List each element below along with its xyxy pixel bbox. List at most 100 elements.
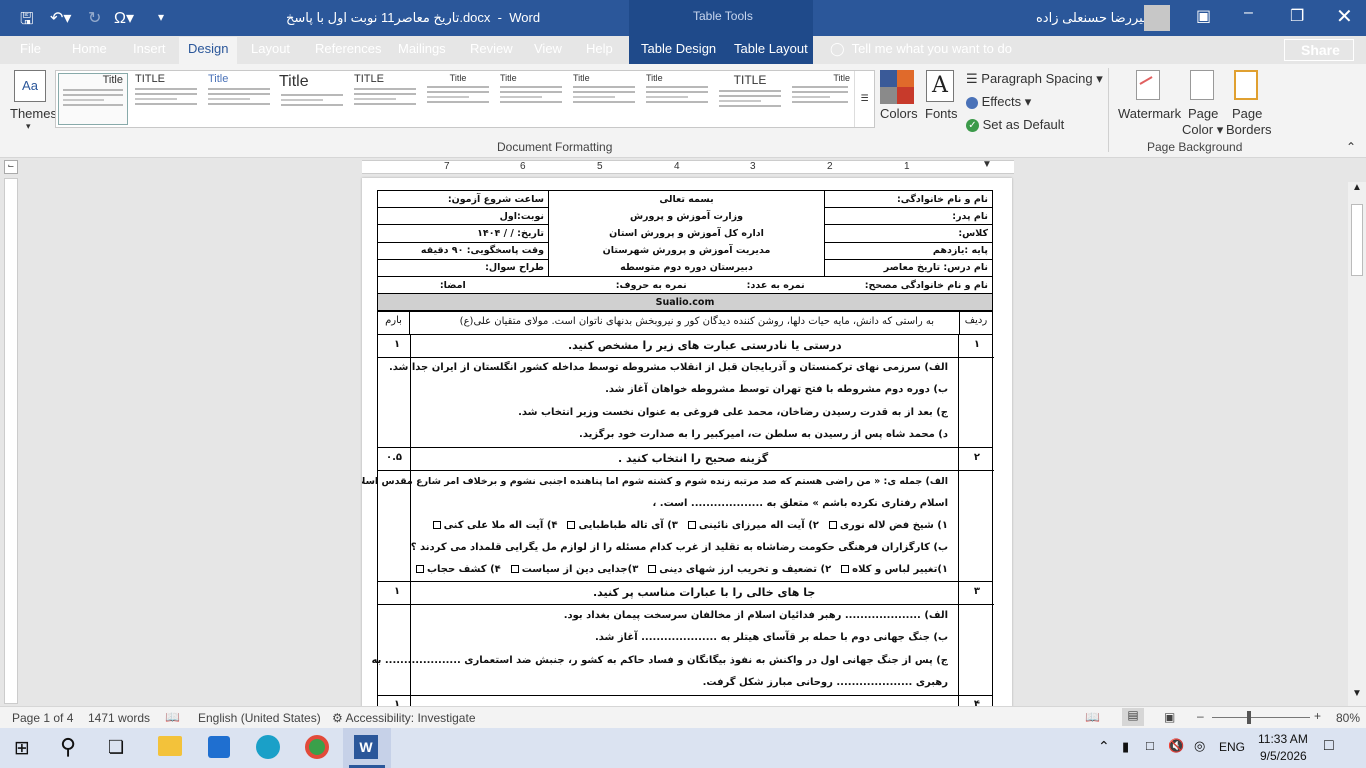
checkbox-icon[interactable] xyxy=(687,521,696,529)
tab-help[interactable]: Help xyxy=(586,41,613,56)
style-set-5[interactable]: TITLE xyxy=(350,73,420,125)
style-set-6[interactable]: Title xyxy=(423,73,493,125)
style-set-10[interactable]: TITLE xyxy=(715,73,785,125)
print-layout-icon[interactable]: ▤ xyxy=(1122,708,1144,726)
style-set-1[interactable]: Title xyxy=(58,73,128,125)
checkbox-icon[interactable] xyxy=(432,521,441,529)
zoom-out-icon[interactable]: – xyxy=(1197,709,1204,723)
watermark-button[interactable]: Watermark xyxy=(1118,106,1181,121)
battery-icon[interactable]: ▮ xyxy=(1122,739,1129,755)
tab-view[interactable]: View xyxy=(534,41,562,56)
tab-insert[interactable]: Insert xyxy=(133,41,166,56)
style-set-7[interactable]: Title xyxy=(496,73,566,125)
themes-button[interactable]: Themes xyxy=(10,106,57,121)
clock-time[interactable]: 11:33 AM xyxy=(1258,732,1308,746)
avatar[interactable] xyxy=(1144,5,1170,31)
file-explorer-icon[interactable] xyxy=(158,736,182,756)
style-set-3[interactable]: Title xyxy=(204,73,274,125)
tab-review[interactable]: Review xyxy=(470,41,513,56)
input-language[interactable]: ENG xyxy=(1219,740,1245,754)
device-icon[interactable]: □ xyxy=(1146,738,1154,753)
fonts-icon[interactable]: A xyxy=(926,70,954,102)
tab-file[interactable]: File xyxy=(20,41,41,56)
word-count[interactable]: 1471 words xyxy=(88,711,150,725)
page-color-icon[interactable] xyxy=(1190,70,1214,100)
zoom-in-icon[interactable]: + xyxy=(1314,709,1321,723)
network-icon[interactable]: ◎ xyxy=(1194,738,1205,754)
language-status[interactable]: English (United States) xyxy=(198,711,321,725)
tell-me-box[interactable]: ◯ Tell me what you want to do xyxy=(830,41,1012,57)
page-color-button[interactable]: Page xyxy=(1188,106,1218,121)
scroll-up-icon[interactable]: ▲ xyxy=(1352,182,1362,193)
proofing-icon[interactable]: 📖 xyxy=(165,710,180,724)
horizontal-ruler[interactable]: 7 6 5 4 3 2 1 ▼ xyxy=(362,159,1014,174)
tray-chevron-icon[interactable]: ⌃ xyxy=(1098,738,1110,755)
themes-dropdown-icon[interactable]: ▾ xyxy=(26,121,31,132)
tab-home[interactable]: Home xyxy=(72,41,107,56)
clock-date[interactable]: 9/5/2026 xyxy=(1260,749,1307,763)
checkbox-icon[interactable] xyxy=(567,521,576,529)
zoom-slider-thumb[interactable] xyxy=(1247,711,1251,724)
watermark-icon[interactable] xyxy=(1136,70,1160,100)
gallery-more-icon[interactable]: ☰ xyxy=(854,71,874,127)
scroll-thumb[interactable] xyxy=(1351,204,1363,276)
effects-button[interactable]: Effects ▾ xyxy=(966,94,1031,110)
omega-icon[interactable]: Ω▾ xyxy=(114,8,134,28)
tab-table-design[interactable]: Table Design xyxy=(641,41,716,56)
themes-icon[interactable]: Aa xyxy=(14,70,46,102)
edge-icon[interactable] xyxy=(256,735,280,759)
zoom-slider[interactable] xyxy=(1212,717,1310,718)
read-mode-icon[interactable]: 📖 xyxy=(1085,710,1100,724)
ribbon-display-icon[interactable]: ▣ xyxy=(1196,6,1211,26)
notification-icon[interactable]: □ xyxy=(1324,737,1334,755)
tab-design[interactable]: Design xyxy=(179,37,238,64)
paragraph-spacing-button[interactable]: ☰ Paragraph Spacing ▾ xyxy=(966,71,1103,87)
fonts-button[interactable]: Fonts xyxy=(925,106,958,121)
share-button[interactable]: Share xyxy=(1284,39,1354,61)
search-icon[interactable]: ⚲ xyxy=(60,734,76,760)
scroll-down-icon[interactable]: ▼ xyxy=(1352,688,1362,699)
page-borders-button[interactable]: Page xyxy=(1232,106,1262,121)
minimize-icon[interactable]: – xyxy=(1244,4,1253,22)
tab-layout[interactable]: Layout xyxy=(251,41,290,56)
style-set-11[interactable]: Title xyxy=(788,73,852,125)
tab-references[interactable]: References xyxy=(315,41,381,56)
page-borders-icon[interactable] xyxy=(1234,70,1258,100)
checkbox-icon[interactable] xyxy=(841,565,850,573)
volume-muted-icon[interactable]: 🔇 xyxy=(1168,738,1184,754)
checkbox-icon[interactable] xyxy=(828,521,837,529)
tab-mailings[interactable]: Mailings xyxy=(398,41,446,56)
colors-icon[interactable] xyxy=(880,70,914,104)
checkbox-icon[interactable] xyxy=(415,565,424,573)
task-view-icon[interactable]: ❏ xyxy=(108,737,124,758)
document-page[interactable]: نام و نام خانوادگی: بسمه تعالی وزارت آموزش… xyxy=(362,178,1012,708)
maximize-icon[interactable]: ❐ xyxy=(1290,6,1304,26)
collapse-ribbon-icon[interactable]: ⌃ xyxy=(1346,140,1356,154)
colors-button[interactable]: Colors xyxy=(880,106,918,121)
store-icon[interactable] xyxy=(208,736,230,758)
redo-icon[interactable]: ↻ xyxy=(88,8,101,28)
style-set-2[interactable]: TITLE xyxy=(131,73,201,125)
set-as-default-button[interactable]: ✓ Set as Default xyxy=(966,117,1064,133)
undo-icon[interactable]: ↶▾ xyxy=(50,8,71,28)
style-set-9[interactable]: Title xyxy=(642,73,712,125)
style-set-4[interactable]: Title xyxy=(277,73,347,125)
indent-marker-icon[interactable]: ▼ xyxy=(982,159,992,170)
vertical-ruler[interactable] xyxy=(4,178,18,704)
user-name[interactable]: امیررضا حسنعلی زاده xyxy=(1036,10,1154,26)
word-taskbar-button[interactable]: W xyxy=(343,728,391,768)
vertical-scrollbar[interactable]: ▲ ▼ xyxy=(1348,182,1366,706)
save-icon[interactable]: 🖫 xyxy=(20,8,34,35)
zoom-level[interactable]: 80% xyxy=(1336,711,1360,725)
page-count[interactable]: Page 1 of 4 xyxy=(12,711,73,725)
style-set-8[interactable]: Title xyxy=(569,73,639,125)
windows-start-icon[interactable]: ⊞ xyxy=(14,737,30,760)
checkbox-icon[interactable] xyxy=(648,565,657,573)
tab-selector-icon[interactable]: ⌙ xyxy=(4,160,18,174)
checkbox-icon[interactable] xyxy=(510,565,519,573)
close-icon[interactable]: ✕ xyxy=(1336,4,1353,29)
tab-table-layout[interactable]: Table Layout xyxy=(734,41,808,56)
chrome-icon[interactable] xyxy=(305,735,329,759)
accessibility-status[interactable]: ⚙ Accessibility: Investigate xyxy=(332,711,476,725)
web-layout-icon[interactable]: ▣ xyxy=(1164,710,1175,724)
